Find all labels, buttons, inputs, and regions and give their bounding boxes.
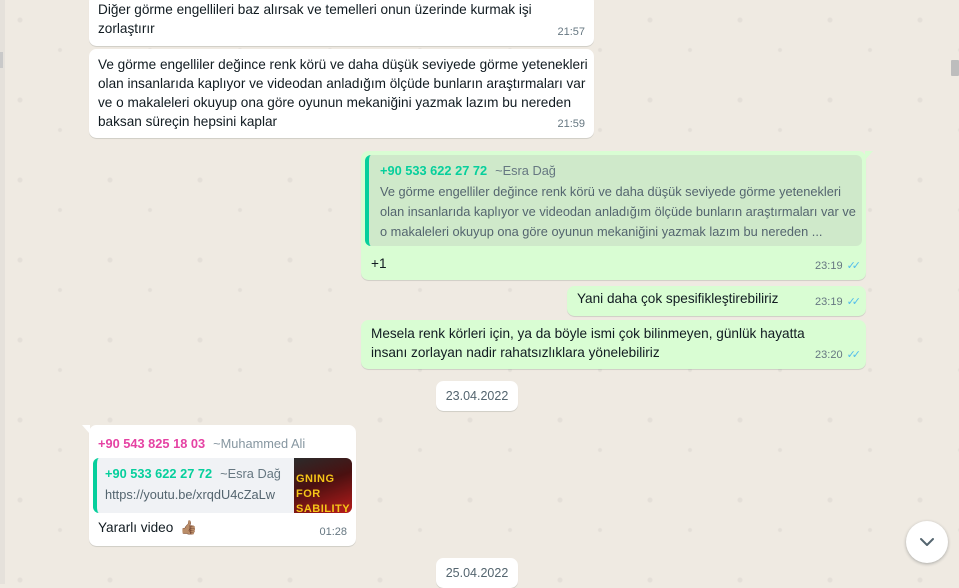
quoted-message[interactable]: +90 533 622 27 72 ~Esra Dağ Ve görme enge… [365, 155, 862, 246]
quote-alias: ~Esra Dağ [495, 163, 556, 178]
thumbs-up-icon: 👍🏽 [180, 520, 198, 535]
sender-alias: ~Muhammed Ali [213, 436, 306, 451]
quote-alias: ~Esra Dağ [220, 466, 281, 481]
message-text: Mesela renk körleri için, ya da böyle is… [371, 326, 805, 360]
quote-link[interactable]: https://youtu.be/xrqdU4cZaLw [105, 485, 275, 505]
message-outgoing[interactable]: Mesela renk körleri için, ya da böyle is… [361, 320, 866, 369]
message-outgoing[interactable]: +90 533 622 27 72 ~Esra Dağ Ve görme enge… [361, 151, 873, 280]
message-time: 23:19 [815, 260, 843, 272]
pane-divider [0, 0, 5, 584]
quoted-message[interactable]: +90 533 622 27 72 ~Esra Dağ https://youtu… [93, 458, 352, 513]
video-thumbnail[interactable]: GNING FOR SABILITY [294, 458, 352, 513]
thumbnail-text: GNING FOR SABILITY [296, 473, 351, 513]
message-incoming[interactable]: Ve görme engelliler değince renk körü ve… [89, 49, 594, 138]
message-outgoing[interactable]: Yani daha çok spesifikleştirebiliriz 23:… [567, 286, 866, 316]
double-check-icon: ✓✓ [846, 349, 862, 361]
message-text: Diğer görme engellileri baz alırsak ve t… [98, 2, 532, 36]
scrollbar-thumb[interactable] [951, 60, 959, 76]
message-text: Yararlı video [98, 520, 174, 535]
scroll-down-button[interactable] [906, 521, 948, 563]
date-divider: 23.04.2022 [436, 381, 518, 411]
message-text: Ve görme engelliler değince renk körü ve… [98, 57, 588, 129]
message-text: +1 [371, 256, 387, 271]
message-incoming[interactable]: Diğer görme engellileri baz alırsak ve t… [89, 0, 594, 46]
message-incoming[interactable]: +90 543 825 18 03 ~Muhammed Ali +90 533 6… [82, 425, 356, 546]
message-time: 23:19 [815, 296, 843, 308]
message-time: 21:57 [557, 26, 585, 38]
quote-sender: +90 533 622 27 72 [380, 163, 488, 178]
quote-sender: +90 533 622 27 72 [105, 466, 213, 481]
message-text: Yani daha çok spesifikleştirebiliriz [577, 291, 779, 306]
double-check-icon: ✓✓ [846, 296, 862, 308]
double-check-icon: ✓✓ [846, 260, 862, 272]
sender-phone[interactable]: +90 543 825 18 03 [98, 436, 205, 451]
message-time: 01:28 [319, 526, 347, 538]
message-time: 23:20 [815, 349, 843, 361]
message-time: 21:59 [557, 118, 585, 130]
chevron-down-icon [920, 538, 934, 546]
quote-text: Ve görme engelliler değince renk körü ve… [380, 184, 856, 239]
